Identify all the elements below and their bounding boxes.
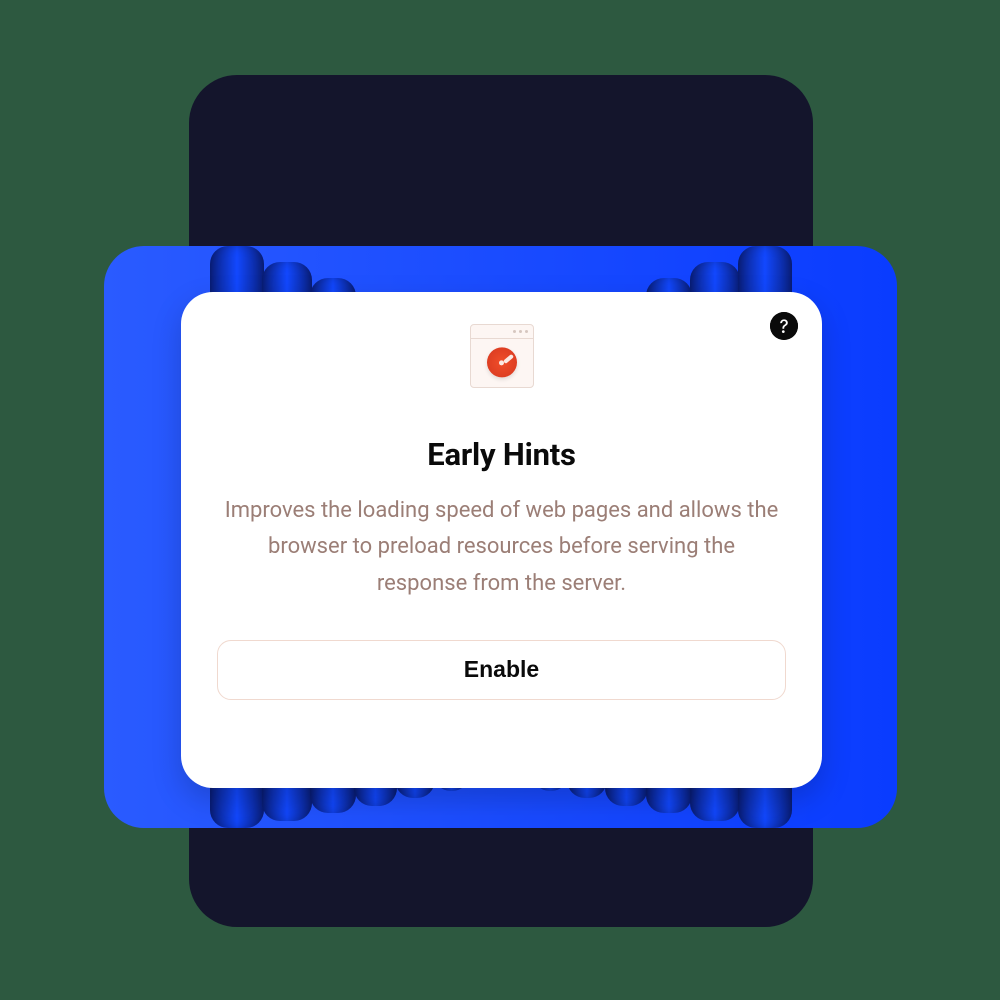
card-description: Improves the loading speed of web pages … <box>217 493 786 602</box>
help-icon[interactable] <box>770 312 798 340</box>
card-title: Early Hints <box>427 436 576 473</box>
question-mark-icon <box>770 312 798 340</box>
enable-button[interactable]: Enable <box>217 640 786 700</box>
speed-gauge-icon <box>466 320 538 392</box>
feature-card: Early Hints Improves the loading speed o… <box>181 292 822 788</box>
